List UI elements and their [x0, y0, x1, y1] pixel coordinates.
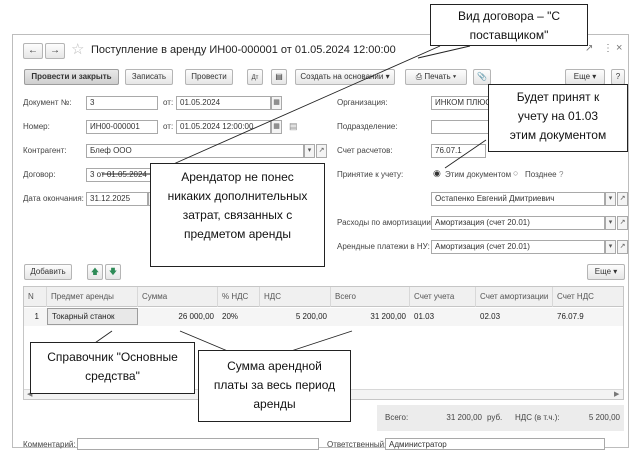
leader-contract-type-2 — [159, 45, 441, 171]
leader-sum-1 — [287, 330, 353, 353]
callout-contract-type: Вид договора – "С поставщиком" — [430, 4, 588, 46]
callout-no-costs: Арендатор не понес никаких дополнительны… — [150, 163, 325, 267]
callout-accepted: Будет принят к учету на 01.03 этим докум… — [488, 84, 628, 152]
callout-catalog: Справочник "Основные средства" — [30, 342, 195, 394]
leader-accepted — [444, 139, 487, 169]
callout-sum: Сумма арендной платы за весь период арен… — [198, 350, 351, 422]
